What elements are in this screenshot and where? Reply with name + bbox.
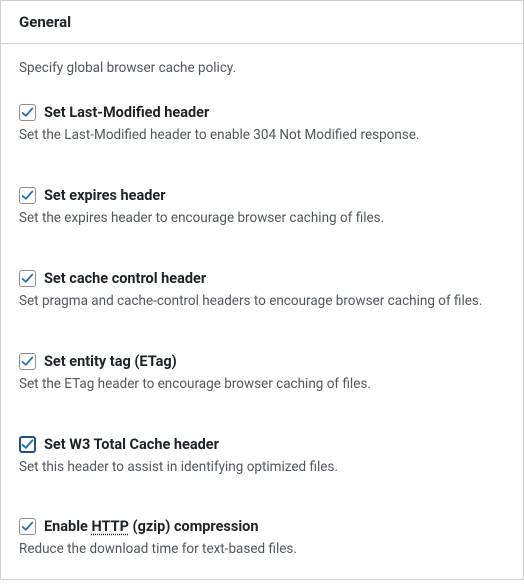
checkmark-icon — [21, 189, 34, 202]
checkbox-gzip[interactable] — [19, 518, 36, 535]
setting-row: Set expires header — [19, 187, 505, 204]
setting-w3tc-header: Set W3 Total Cache header Set this heade… — [19, 436, 505, 477]
panel-body: Specify global browser cache policy. Set… — [1, 44, 523, 579]
setting-etag: Set entity tag (ETag) Set the ETag heade… — [19, 353, 505, 394]
setting-row: Set Last-Modified header — [19, 104, 505, 121]
setting-last-modified: Set Last-Modified header Set the Last-Mo… — [19, 104, 505, 145]
panel-header: General — [1, 0, 523, 44]
setting-description: Set pragma and cache-control headers to … — [19, 292, 505, 311]
setting-label[interactable]: Set cache control header — [44, 270, 206, 287]
setting-gzip: Enable HTTP (gzip) compression Reduce th… — [19, 518, 505, 559]
setting-description: Set the Last-Modified header to enable 3… — [19, 126, 505, 145]
checkmark-icon — [21, 355, 34, 368]
setting-label[interactable]: Set W3 Total Cache header — [44, 436, 219, 453]
setting-description: Set the expires header to encourage brow… — [19, 209, 505, 228]
label-prefix: Enable — [44, 518, 91, 535]
checkmark-icon — [21, 272, 34, 285]
checkbox-expires[interactable] — [19, 187, 36, 204]
checkbox-cache-control[interactable] — [19, 270, 36, 287]
label-suffix: (gzip) compression — [129, 518, 259, 535]
setting-description: Set the ETag header to encourage browser… — [19, 375, 505, 394]
setting-label[interactable]: Set entity tag (ETag) — [44, 353, 177, 370]
checkbox-last-modified[interactable] — [19, 104, 36, 121]
setting-label[interactable]: Set expires header — [44, 187, 166, 204]
checkbox-etag[interactable] — [19, 353, 36, 370]
checkmark-icon — [21, 106, 34, 119]
panel-intro: Specify global browser cache policy. — [19, 60, 505, 76]
setting-expires: Set expires header Set the expires heade… — [19, 187, 505, 228]
checkmark-icon — [21, 520, 34, 533]
setting-description: Set this header to assist in identifying… — [19, 458, 505, 477]
setting-row: Set cache control header — [19, 270, 505, 287]
setting-cache-control: Set cache control header Set pragma and … — [19, 270, 505, 311]
checkmark-icon — [21, 438, 34, 451]
setting-row: Set entity tag (ETag) — [19, 353, 505, 370]
setting-description: Reduce the download time for text-based … — [19, 540, 505, 559]
checkbox-w3tc-header[interactable] — [19, 436, 36, 453]
setting-label[interactable]: Set Last-Modified header — [44, 104, 209, 121]
setting-label[interactable]: Enable HTTP (gzip) compression — [44, 518, 258, 535]
http-abbr: HTTP — [91, 518, 128, 535]
general-panel: General Specify global browser cache pol… — [0, 0, 524, 580]
setting-row: Enable HTTP (gzip) compression — [19, 518, 505, 535]
panel-title: General — [19, 13, 505, 31]
setting-row: Set W3 Total Cache header — [19, 436, 505, 453]
